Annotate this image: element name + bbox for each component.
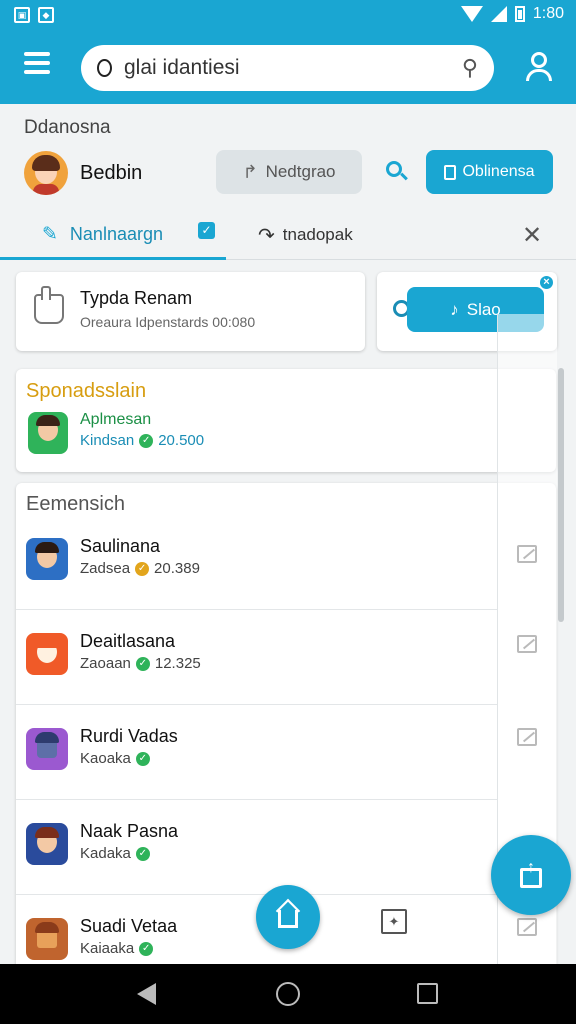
grey-action-button[interactable]: ↱ Nedtgrao (216, 150, 362, 194)
list-item[interactable]: Rurdi Vadas Kaoaka ✓ (16, 705, 498, 800)
list-item-name: Naak Pasna (80, 821, 179, 841)
verified-icon: ✓ (139, 433, 154, 448)
close-icon[interactable]: ✕ (522, 221, 542, 250)
arrow-up-icon: ↑ (527, 859, 535, 876)
battery-icon (514, 6, 525, 22)
list-item[interactable]: Naak Pasna Kadaka ✓ (16, 800, 498, 895)
wifi-icon (460, 6, 483, 22)
list-item-value: 12.325 (154, 655, 201, 672)
list-item-name: Saulinana (80, 536, 161, 556)
pencil-icon: ✎ (42, 224, 58, 245)
thumbs-up-icon (34, 286, 64, 324)
sponsored-value: 20.500 (158, 432, 205, 449)
app-icon (26, 633, 68, 675)
list-item-meta-text: Zadsea (80, 560, 131, 577)
sponsored-meta: Kindsan ✓ 20.500 (80, 432, 204, 449)
sponsored-title: Sponadsslain (26, 380, 147, 402)
app-icon (28, 412, 68, 454)
tab-bar: ✎ Nanlnaargn ✓ ↷ tnadopak ✕ (0, 212, 576, 260)
recent-apps-icon[interactable] (417, 983, 438, 1004)
app-icon (26, 918, 68, 960)
list-item-name: Deaitlasana (80, 631, 176, 651)
list-item-meta: Kaiaaka ✓ (80, 940, 154, 957)
list-item-name: Suadi Vetaa (80, 916, 178, 936)
list-item-value: 20.389 (154, 560, 200, 577)
android-icon: ◆ (38, 7, 54, 23)
system-nav-bar (0, 964, 576, 1024)
blue-action-label: Oblinensa (462, 163, 535, 180)
tab-inactive[interactable]: ↷ tnadopak (258, 212, 353, 258)
app-icon (26, 823, 68, 865)
blue-action-button[interactable]: Oblinensa (426, 150, 553, 194)
signal-icon (490, 6, 507, 22)
info-card-title: Typda Renam (80, 288, 193, 308)
verified-icon: ✓ (135, 656, 150, 671)
profile-icon[interactable] (526, 52, 552, 81)
scrollbar[interactable] (558, 368, 564, 622)
list-item[interactable]: Deaitlasana Zaoaan ✓ 12.325 (16, 610, 498, 705)
list-item-meta-text: Kaiaaka (80, 940, 135, 957)
list-item-meta: Zadsea ✓ 20.389 (80, 560, 200, 577)
verified-icon: ✓ (135, 846, 150, 861)
list-item[interactable]: Saulinana Zadsea ✓ 20.389 (16, 515, 498, 610)
info-card-subtitle: Oreaura Idpenstards 00:080 (80, 314, 256, 330)
section-label: Ddanosna (24, 117, 111, 138)
document-icon (444, 164, 457, 180)
verified-icon: ✓ (135, 751, 150, 766)
sponsored-meta-text: Kindsan (80, 432, 135, 449)
status-time: 1:80 (532, 5, 564, 22)
list-item-meta-text: Kaoaka (80, 750, 131, 767)
avatar[interactable] (24, 151, 68, 195)
user-row: Bedbin ↱ Nedtgrao Oblinensa (24, 150, 554, 196)
mic-button-label: Slao (466, 299, 501, 319)
sponsored-card[interactable]: Sponadsslain Aplmesan Kindsan ✓ 20.500 (16, 369, 556, 472)
list-item-meta-text: Kadaka (80, 845, 131, 862)
tab-inactive-label: tnadopak (282, 225, 353, 244)
status-bar: ▣ ◆ 1:80 (0, 0, 576, 30)
list-item-name: Rurdi Vadas (80, 726, 178, 746)
list-item-meta-text: Zaoaan (80, 655, 131, 672)
back-icon[interactable] (137, 983, 156, 1005)
verified-icon: ✓ (139, 941, 154, 956)
home-icon (278, 910, 298, 928)
user-name: Bedbin (80, 162, 143, 184)
list-item-meta: Zaoaan ✓ 12.325 (80, 655, 201, 672)
voice-search-icon[interactable]: ⚲ (462, 55, 478, 81)
tab-active[interactable]: ✎ Nanlnaargn (0, 212, 226, 260)
list-item-meta: Kaoaka ✓ (80, 750, 150, 767)
app-icon (26, 538, 68, 580)
mic-icon: ♪ (450, 299, 459, 319)
app-icon (26, 728, 68, 770)
verified-icon: ✓ (135, 561, 150, 576)
grey-action-label: Nedtgrao (265, 162, 336, 181)
home-button[interactable] (256, 885, 320, 949)
image-icon[interactable]: ✦ (381, 909, 407, 934)
search-icon[interactable] (386, 161, 408, 183)
share-icon: ↷ (258, 224, 275, 247)
tab-active-label: Nanlnaargn (69, 224, 163, 244)
app-bar: ⚲ (0, 30, 576, 104)
home-circle-icon[interactable] (276, 982, 300, 1006)
menu-icon[interactable] (24, 52, 50, 74)
dismiss-badge-icon[interactable]: × (538, 274, 555, 291)
compose-fab[interactable]: ↑ (491, 835, 571, 915)
search-lead-icon (97, 59, 112, 77)
share-arrow-icon: ↱ (242, 161, 258, 182)
search-bar[interactable]: ⚲ (81, 45, 494, 91)
check-icon[interactable]: ✓ (198, 222, 215, 239)
list-title: Eemensich (26, 493, 125, 515)
sponsored-app-name: Aplmesan (80, 411, 152, 428)
info-card[interactable]: Typda Renam Oreaura Idpenstards 00:080 (16, 272, 365, 351)
list-item-meta: Kadaka ✓ (80, 845, 150, 862)
image-icon: ▣ (14, 7, 30, 23)
search-input[interactable] (124, 56, 462, 80)
